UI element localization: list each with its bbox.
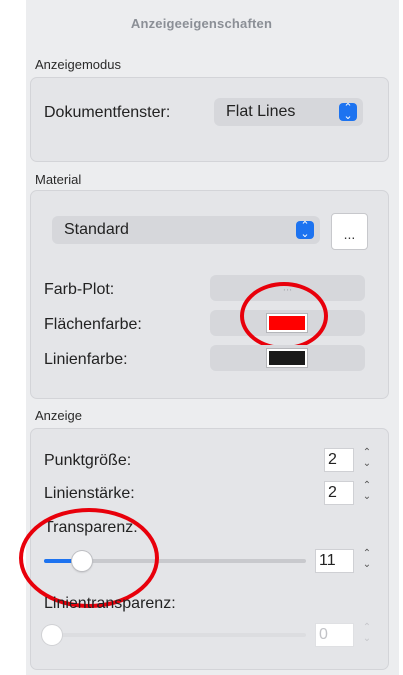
transparency-field[interactable]: 11 xyxy=(315,549,354,573)
point-size-stepper-icon[interactable]: ⌃ ⌄ xyxy=(360,448,374,472)
surface-color-label: Flächenfarbe: xyxy=(44,316,142,333)
material-value: Standard xyxy=(64,221,129,238)
material-popup[interactable]: Standard ⌃ ⌄ xyxy=(52,216,320,244)
line-width-label: Linienstärke: xyxy=(44,485,135,502)
line-color-swatch[interactable] xyxy=(267,349,307,367)
document-window-value: Flat Lines xyxy=(226,103,296,120)
line-color-well[interactable] xyxy=(210,345,365,371)
surface-color-well[interactable] xyxy=(210,310,365,336)
chevron-updown-icon: ⌃ ⌄ xyxy=(296,220,314,239)
chevron-updown-icon: ⌃ ⌄ xyxy=(339,102,357,121)
line-transparency-slider-track[interactable] xyxy=(44,633,306,637)
point-size-field[interactable]: 2 xyxy=(324,448,354,472)
line-width-field[interactable]: 2 xyxy=(324,481,354,505)
line-transparency-label: Linientransparenz: xyxy=(44,595,176,612)
transparency-slider-knob[interactable] xyxy=(72,551,92,571)
line-color-label: Linienfarbe: xyxy=(44,351,128,368)
color-plot-value: ... xyxy=(282,281,293,294)
document-window-label: Dokumentfenster: xyxy=(44,104,171,121)
section-label-material: Material xyxy=(35,172,82,187)
section-label-display-mode: Anzeigemodus xyxy=(35,57,121,72)
surface-color-swatch[interactable] xyxy=(267,314,307,332)
line-transparency-slider-knob[interactable] xyxy=(42,625,62,645)
line-transparency-stepper-icon[interactable]: ⌃ ⌄ xyxy=(360,623,374,647)
transparency-label: Transparenz: xyxy=(44,519,138,536)
color-plot-well: ... xyxy=(210,275,365,301)
transparency-stepper-icon[interactable]: ⌃ ⌄ xyxy=(360,549,374,573)
line-width-stepper-icon[interactable]: ⌃ ⌄ xyxy=(360,481,374,505)
point-size-label: Punktgröße: xyxy=(44,452,132,469)
material-more-button[interactable]: ... xyxy=(331,213,368,250)
line-transparency-field[interactable]: 0 xyxy=(315,623,354,647)
panel-title: Anzeigeeigenschaften xyxy=(130,16,273,31)
color-plot-label: Farb-Plot: xyxy=(44,281,115,298)
document-window-popup[interactable]: Flat Lines ⌃ ⌄ xyxy=(214,98,363,126)
section-label-display: Anzeige xyxy=(35,408,82,423)
